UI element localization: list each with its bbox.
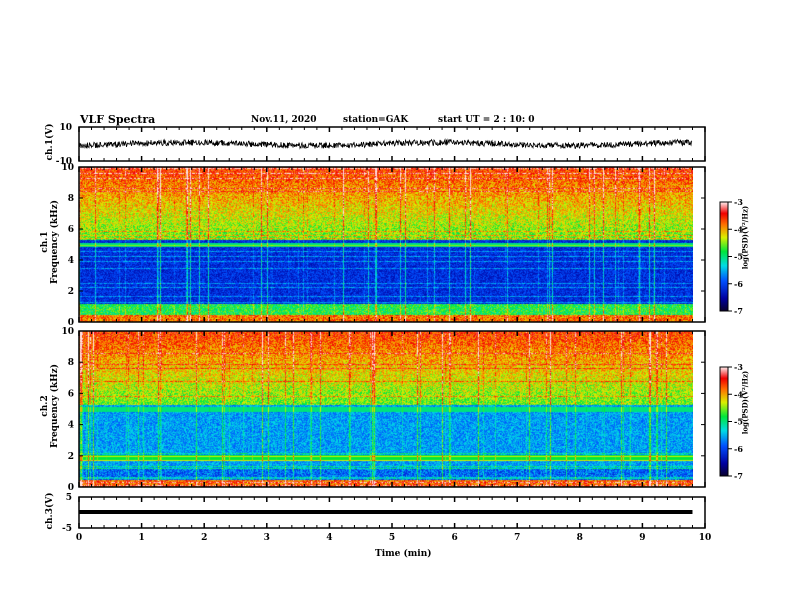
x-tick-label: 2: [201, 533, 207, 543]
y-tick-label: 0: [68, 483, 74, 493]
ch1-waveform: [78, 138, 693, 150]
ch1-spec-ylabel-line2: Frequency (kHz): [50, 200, 60, 285]
y-tick-label: 5: [66, 493, 72, 503]
x-tick-label: 7: [514, 533, 520, 543]
x-tick-label: 10: [699, 533, 712, 543]
y-tick-label: 6: [68, 225, 74, 235]
y-tick-label: 4: [68, 421, 74, 431]
y-tick-label: 10: [61, 327, 74, 337]
ch2-spec-ylabel: ch.2 Frequency (kHz): [40, 351, 60, 461]
x-tick-label: 6: [451, 533, 457, 543]
ch3-wave-ylabel: ch.3(V): [45, 492, 55, 530]
panel-frame: [78, 330, 706, 488]
vlf-figure: VLF Spectra Nov.11, 2020 station=GAK sta…: [0, 0, 792, 612]
ch2-spec-ylabel-line1: ch.2: [40, 395, 50, 417]
x-tick-label: 5: [389, 533, 395, 543]
y-tick-label: -5: [62, 524, 72, 534]
ch1-wave-ylabel: ch.1(V): [45, 123, 55, 161]
y-tick-label: 10: [61, 163, 74, 173]
panel-frame: [78, 166, 706, 323]
y-tick-label: 8: [68, 194, 74, 204]
x-axis-label: Time (min): [375, 549, 432, 559]
ch2-colorbar-label: log(PSD)(V²/Hz): [740, 370, 750, 435]
y-tick-label: 10: [59, 123, 72, 133]
colorbar-frame: [719, 201, 729, 312]
ch1-spec-ylabel-line1: ch.1: [40, 231, 50, 253]
y-tick-label: 2: [68, 287, 74, 297]
y-tick-label: 4: [68, 256, 74, 266]
x-tick-label: 1: [138, 533, 144, 543]
x-tick-label: 8: [577, 533, 583, 543]
colorbar-tick-label: -7: [734, 306, 743, 316]
colorbar-frame: [719, 366, 729, 477]
x-tick-label: 0: [76, 533, 82, 543]
ch1-colorbar-label: log(PSD)(V²/Hz): [740, 205, 750, 270]
x-tick-label: 4: [326, 533, 332, 543]
axes-layer: 10-105-50246810-3-4-5-6-70246810-3-4-5-6…: [56, 123, 744, 543]
y-tick-label: 6: [68, 389, 74, 399]
ch2-spec-ylabel-line2: Frequency (kHz): [50, 364, 60, 449]
x-tick-label: 3: [264, 533, 270, 543]
y-tick-label: 2: [68, 452, 74, 462]
colorbar-tick-label: -7: [734, 471, 743, 481]
x-tick-label: 9: [639, 533, 645, 543]
y-tick-label: 8: [68, 358, 74, 368]
ch1-spec-ylabel: ch.1 Frequency (kHz): [40, 187, 60, 297]
